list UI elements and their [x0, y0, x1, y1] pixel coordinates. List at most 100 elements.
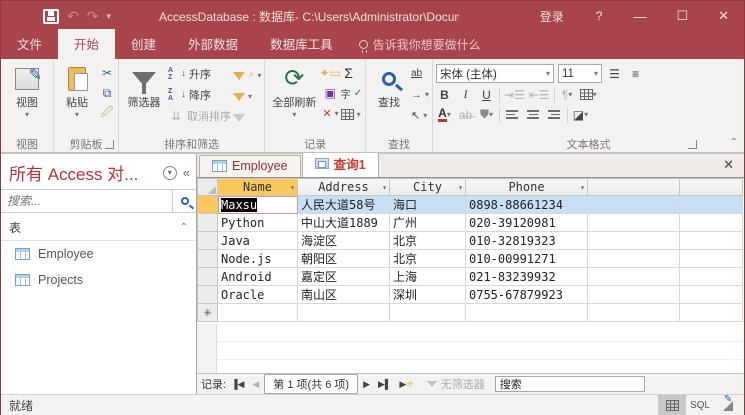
toggle-filter-icon[interactable] — [233, 109, 261, 126]
italic-button[interactable]: I — [457, 86, 474, 103]
redo-icon[interactable]: ↷ — [87, 8, 99, 25]
cell[interactable]: 010-00991271 — [466, 250, 588, 268]
cell-empty[interactable] — [680, 286, 743, 304]
cell-empty[interactable] — [680, 250, 743, 268]
cell[interactable]: 北京 — [390, 250, 466, 268]
row-selector[interactable] — [198, 196, 218, 214]
shutter-close-icon[interactable]: « — [183, 165, 190, 180]
tab-create[interactable]: 创建 — [115, 29, 172, 59]
indent-increase-icon[interactable]: ⇥☰ — [504, 86, 525, 103]
cell-empty[interactable] — [680, 232, 743, 250]
sort-descending-button[interactable]: ZA↓ 降序 — [168, 86, 231, 103]
undo-icon[interactable]: ↶ — [67, 8, 79, 25]
sort-ascending-button[interactable]: AZ↓ 升序 — [168, 65, 231, 82]
cell[interactable]: 北京 — [390, 232, 466, 250]
column-dropdown-icon[interactable]: ▾ — [580, 183, 585, 192]
text-direction-icon[interactable]: ¶▾ — [559, 86, 576, 103]
number-list-icon[interactable]: ≡ — [627, 65, 644, 82]
cell-empty[interactable] — [588, 268, 680, 286]
indent-decrease-icon[interactable]: ⇤☰ — [529, 86, 550, 103]
filter-button[interactable]: 筛选器 — [122, 61, 166, 110]
cell-empty[interactable] — [680, 268, 743, 286]
font-color-button[interactable]: A▾ — [436, 106, 453, 123]
align-right-button[interactable] — [546, 106, 563, 123]
cell[interactable]: 中山大道1889 — [298, 214, 390, 232]
column-header-phone[interactable]: Phone▾ — [466, 179, 588, 196]
bullet-list-icon[interactable]: ☰ — [606, 65, 623, 82]
selection-filter-icon[interactable]: ⚡▾ — [233, 67, 261, 84]
tab-external-data[interactable]: 外部数据 — [172, 29, 254, 59]
column-dropdown-icon[interactable]: ▾ — [382, 183, 387, 192]
text-format-dialog-launcher[interactable] — [688, 140, 697, 149]
nav-item-projects[interactable]: Projects — [1, 267, 196, 293]
cell-empty[interactable] — [588, 214, 680, 232]
cell[interactable]: 021-83239932 — [466, 268, 588, 286]
cell[interactable]: 0898-88661234 — [466, 196, 588, 214]
font-name-select[interactable]: 宋体 (主体)▾ — [436, 64, 554, 83]
nav-menu-icon[interactable]: ▾ — [163, 166, 177, 180]
cell[interactable]: 朝阳区 — [298, 250, 390, 268]
cell[interactable]: 上海 — [390, 268, 466, 286]
cell[interactable]: 海口 — [390, 196, 466, 214]
tab-home[interactable]: 开始 — [58, 29, 115, 59]
save-record-icon[interactable]: ▣ — [322, 85, 338, 101]
record-position[interactable]: 第 1 项(共 6 项) — [264, 374, 358, 394]
customize-qat-icon[interactable]: ▾ — [106, 11, 111, 22]
fill-color-icon[interactable]: ⛊▾ — [478, 106, 495, 123]
help-button[interactable]: ? — [580, 1, 619, 31]
column-header-name[interactable]: Name▾ — [218, 179, 298, 196]
tell-me-box[interactable]: 告诉我你想要做什么 — [359, 36, 481, 59]
cell[interactable]: 海淀区 — [298, 232, 390, 250]
record-search-input[interactable] — [495, 376, 645, 392]
select-all-corner[interactable] — [198, 179, 218, 196]
collapse-ribbon-icon[interactable]: ⌃ — [730, 137, 738, 148]
view-button[interactable]: 视图 ▾ — [4, 61, 50, 119]
cell[interactable]: 深圳 — [390, 286, 466, 304]
tab-database-tools[interactable]: 数据库工具 — [254, 29, 349, 59]
highlight-color-icon[interactable]: a̶b̶ — [457, 106, 474, 123]
minimize-button[interactable]: — — [618, 1, 661, 31]
maximize-button[interactable]: ☐ — [661, 1, 703, 31]
design-view-button[interactable] — [714, 395, 742, 415]
format-painter-icon[interactable]: 🖉 — [99, 105, 115, 121]
nav-search-button[interactable] — [172, 190, 196, 212]
row-selector[interactable] — [198, 250, 218, 268]
tab-file[interactable]: 文件 — [1, 29, 58, 59]
totals-icon[interactable]: Σ — [341, 65, 357, 81]
align-left-button[interactable] — [504, 106, 521, 123]
cell-empty[interactable] — [680, 214, 743, 232]
delete-record-button[interactable]: ✕▾ — [322, 105, 338, 122]
clipboard-dialog-launcher[interactable] — [105, 140, 114, 149]
doc-tab-employee[interactable]: Employee — [199, 155, 301, 177]
cell[interactable]: 广州 — [390, 214, 466, 232]
remove-sort-button[interactable]: ⇊ 取消排序 — [168, 107, 231, 124]
column-header-city[interactable]: City▾ — [390, 179, 466, 196]
row-selector[interactable] — [198, 232, 218, 250]
advanced-filter-icon[interactable]: ▾ — [233, 88, 261, 105]
cell[interactable]: 010-32819323 — [466, 232, 588, 250]
font-size-select[interactable]: 11▾ — [558, 64, 602, 83]
row-selector[interactable] — [198, 286, 218, 304]
column-dropdown-icon[interactable]: ▾ — [290, 183, 295, 192]
previous-record-icon[interactable]: ◀ — [249, 379, 262, 390]
row-selector[interactable] — [198, 214, 218, 232]
cut-icon[interactable]: ✂ — [99, 65, 115, 81]
row-selector[interactable] — [198, 268, 218, 286]
select-icon[interactable]: ↖▾ — [411, 107, 429, 124]
cell[interactable]: Java — [218, 232, 298, 250]
new-blank-record-icon[interactable]: ▶✳ — [396, 379, 416, 390]
cell-empty[interactable] — [588, 286, 680, 304]
find-button[interactable]: 查找 — [369, 61, 409, 110]
cell[interactable]: 嘉定区 — [298, 268, 390, 286]
bold-button[interactable]: B — [436, 86, 453, 103]
close-document-icon[interactable]: ✕ — [713, 157, 744, 177]
refresh-all-button[interactable]: ⟳ 全部刷新 ▾ — [268, 61, 320, 119]
save-icon[interactable] — [43, 9, 59, 24]
new-record-icon[interactable]: ✦▭ — [322, 65, 338, 81]
sql-view-button[interactable]: SQL — [686, 395, 714, 415]
alt-row-color-button[interactable]: ◪▾ — [572, 106, 589, 123]
filter-status[interactable]: 无筛选器 — [427, 376, 485, 392]
datasheet-view-button[interactable] — [658, 395, 686, 415]
nav-item-employee[interactable]: Employee — [1, 241, 196, 267]
new-record-row[interactable]: ✳ — [198, 304, 743, 322]
